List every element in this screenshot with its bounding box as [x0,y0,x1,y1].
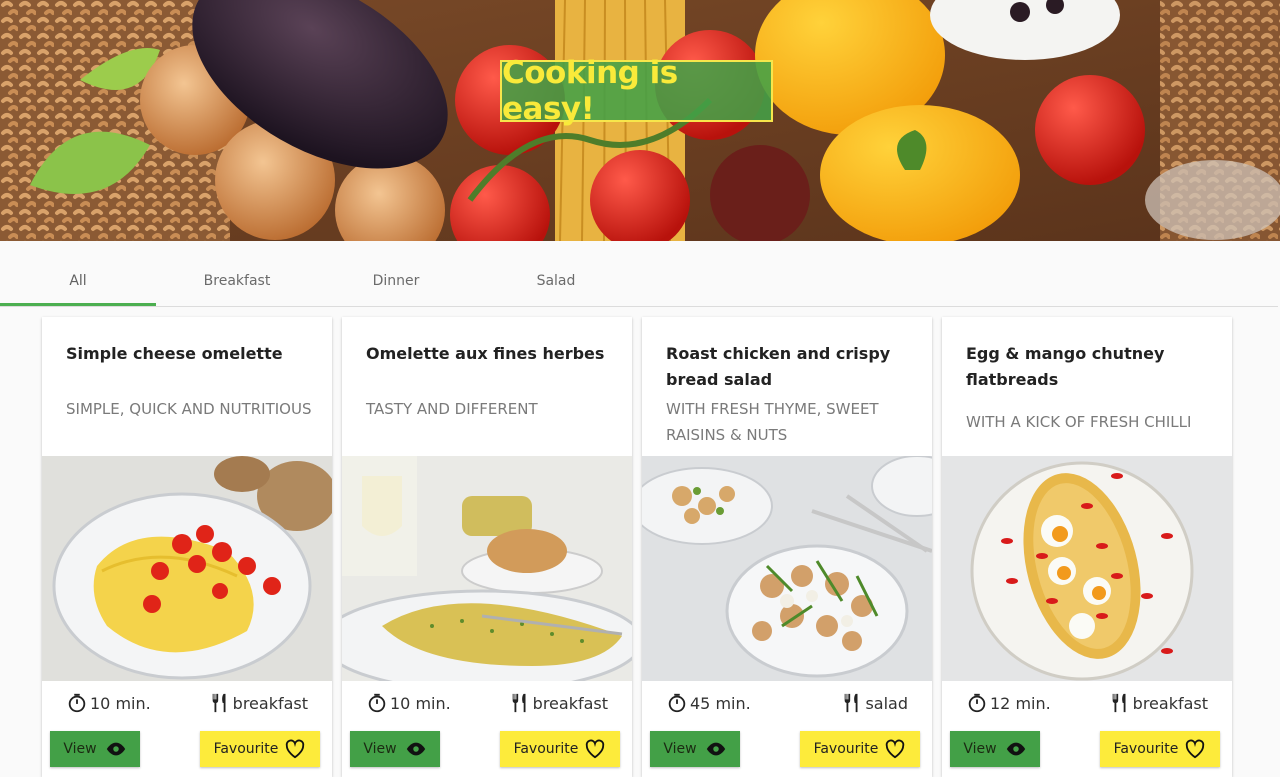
timer-icon [666,692,688,714]
heart-outline-icon [584,739,606,759]
recipe-image [42,456,332,681]
recipe-image [342,456,632,681]
view-button[interactable]: View [950,731,1040,767]
cutlery-icon [1109,692,1131,714]
timer-icon [66,692,88,714]
recipe-card: Egg & mango chutney flatbreads With a ki… [942,317,1232,777]
cook-time: 10 min. [366,691,451,715]
cook-time: 45 min. [666,691,751,715]
favourite-button-label: Favourite [513,741,579,757]
recipe-title: Omelette aux fines herbes [366,344,605,363]
recipe-category-value: breakfast [532,693,608,713]
recipe-title: Simple cheese omelette [66,344,283,363]
cook-time-value: 10 min. [390,693,451,713]
tab-dinner[interactable]: Dinner [318,258,474,304]
favourite-button[interactable]: Favourite [200,731,320,767]
view-button-label: View [63,741,97,757]
recipe-image [642,456,932,681]
timer-icon [966,692,988,714]
favourite-button[interactable]: Favourite [500,731,620,767]
cook-time-value: 12 min. [990,693,1051,713]
eye-icon [405,741,427,757]
recipe-title: Egg & mango chutney flatbreads [966,344,1165,389]
favourite-button-label: Favourite [813,741,879,757]
heart-outline-icon [1184,739,1206,759]
view-button[interactable]: View [650,731,740,767]
cook-time-value: 45 min. [690,693,751,713]
cutlery-icon [841,692,863,714]
recipe-subtitle: With a kick of fresh chilli [966,413,1192,431]
recipe-card: Simple cheese omelette Simple, quick and… [42,317,332,777]
timer-icon [366,692,388,714]
cutlery-icon [509,692,531,714]
recipe-category: salad [841,691,908,715]
cutlery-icon [209,692,231,714]
view-button[interactable]: View [50,731,140,767]
favourite-button[interactable]: Favourite [1100,731,1220,767]
eye-icon [705,741,727,757]
recipe-image [942,456,1232,681]
recipe-category: breakfast [509,691,608,715]
favourite-button-label: Favourite [1113,741,1179,757]
recipe-card: Omelette aux fines herbes Tasty and diff… [342,317,632,777]
recipe-category-value: breakfast [1132,693,1208,713]
recipe-title: Roast chicken and crispy bread salad [666,344,891,389]
favourite-button-label: Favourite [213,741,279,757]
hero-title: Cooking is easy! [500,55,773,127]
cook-time: 10 min. [66,691,151,715]
view-button-label: View [663,741,697,757]
tab-all[interactable]: All [0,258,156,306]
view-button-label: View [963,741,997,757]
view-button-label: View [363,741,397,757]
favourite-button[interactable]: Favourite [800,731,920,767]
tab-salad[interactable]: Salad [478,258,634,304]
recipe-subtitle: With fresh thyme, sweet raisins & nuts [666,400,879,444]
eye-icon [105,741,127,757]
recipe-category: breakfast [209,691,308,715]
heart-outline-icon [884,739,906,759]
tab-breakfast[interactable]: Breakfast [159,258,315,304]
hero-banner: Cooking is easy! [0,0,1280,241]
cook-time: 12 min. [966,691,1051,715]
view-button[interactable]: View [350,731,440,767]
eye-icon [1005,741,1027,757]
category-tabs: All Breakfast Dinner Salad [0,258,1278,307]
recipe-card: Roast chicken and crispy bread salad Wit… [642,317,932,777]
recipe-subtitle: Simple, quick and nutritious [66,400,312,418]
recipe-category-value: salad [865,693,908,713]
recipe-category-value: breakfast [232,693,308,713]
recipe-category: breakfast [1109,691,1208,715]
recipe-subtitle: Tasty and different [366,400,538,418]
heart-outline-icon [284,739,306,759]
cook-time-value: 10 min. [90,693,151,713]
